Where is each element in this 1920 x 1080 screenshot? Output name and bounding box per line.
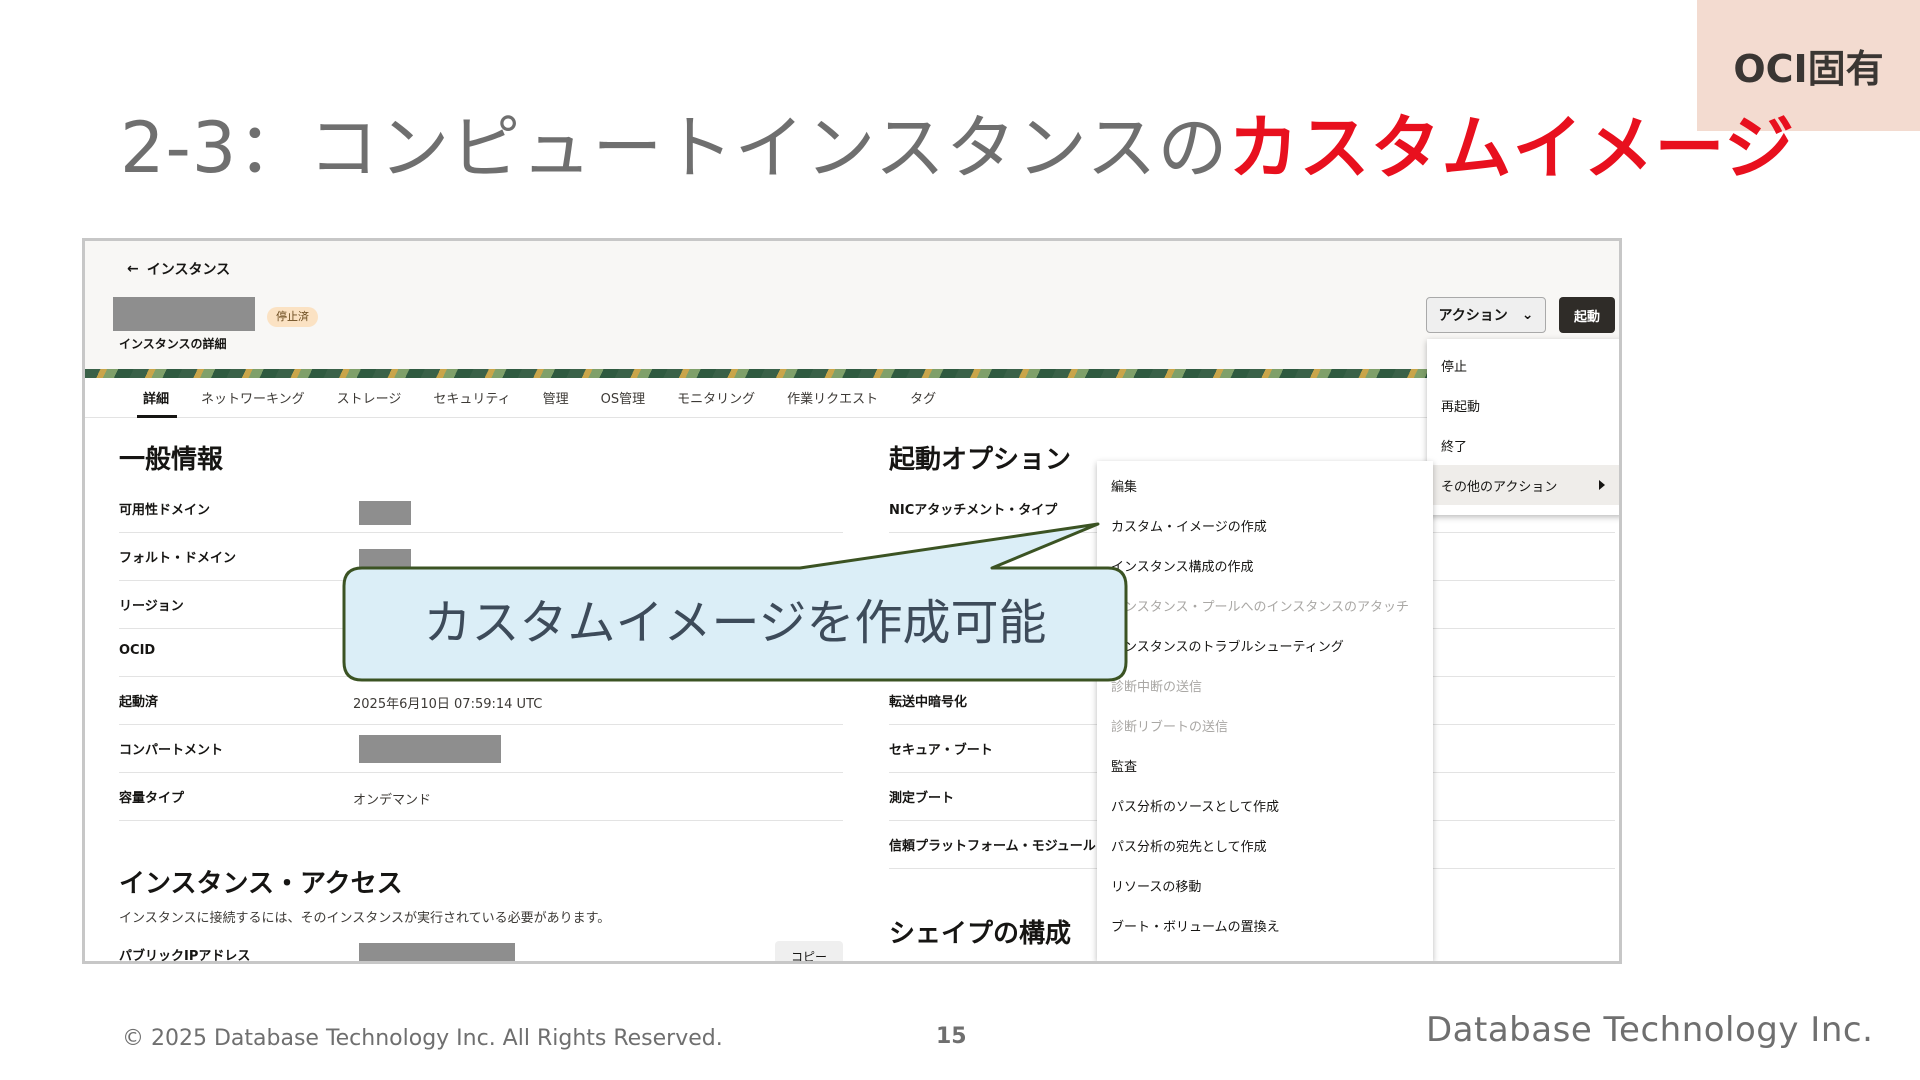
menu-item-terminate[interactable]: 終了 xyxy=(1427,425,1619,465)
tab-os-management[interactable]: OS管理 xyxy=(585,378,662,418)
menu-item-create-custom-image[interactable]: カスタム・イメージの作成 xyxy=(1097,505,1433,545)
menu-item-send-diagnostic-interrupt: 診断中断の送信 xyxy=(1111,679,1203,695)
tab-storage[interactable]: ストレージ xyxy=(321,378,418,418)
tab-work-requests[interactable]: 作業リクエスト xyxy=(771,378,894,418)
general-info-title: 一般情報 xyxy=(119,445,224,475)
tab-bar: 詳細 ネットワーキング ストレージ セキュリティ 管理 OS管理 モニタリング … xyxy=(85,378,1619,418)
slide-title-prefix: 2-3：コンピュートインスタンスの xyxy=(120,107,1229,189)
company-logo-text: Database Technology Inc. xyxy=(1426,1010,1874,1050)
tab-networking[interactable]: ネットワーキング xyxy=(185,378,321,418)
menu-item-replace-boot-volume[interactable]: ブート・ボリュームの置換え xyxy=(1097,905,1433,945)
menu-item-send-diagnostic-reboot: 診断リブートの送信 xyxy=(1111,719,1229,735)
row-label: 転送中暗号化 xyxy=(889,695,968,710)
row-label: 可用性ドメイン xyxy=(119,503,211,518)
slide-title-accent: カスタムイメージ xyxy=(1228,107,1796,189)
row-label: パブリックIPアドレス xyxy=(119,949,251,964)
start-button[interactable]: 起動 xyxy=(1559,297,1615,333)
row-label: 起動済 xyxy=(119,695,159,710)
row-label: 容量タイプ xyxy=(119,791,185,806)
row-label: NICアタッチメント・タイプ xyxy=(889,503,1058,518)
instance-details-subtitle: インスタンスの詳細 xyxy=(119,337,227,351)
shape-config-title: シェイプの構成 xyxy=(889,919,1072,949)
instance-header: ← インスタンス 停止済 インスタンスの詳細 アクション ⌄ 起動 xyxy=(85,241,1619,369)
chevron-down-icon: ⌄ xyxy=(1521,307,1534,323)
instance-access-title: インスタンス・アクセス xyxy=(119,869,403,899)
menu-item-path-analysis-destination[interactable]: パス分析の宛先として作成 xyxy=(1097,825,1433,865)
instance-name-redacted xyxy=(113,297,255,331)
menu-item-create-instance-config[interactable]: インスタンス構成の作成 xyxy=(1097,545,1433,585)
table-row: コンパートメント xyxy=(119,725,843,773)
table-row: 容量タイプ オンデマンド xyxy=(119,773,843,821)
actions-button[interactable]: アクション ⌄ xyxy=(1426,297,1546,333)
tab-management[interactable]: 管理 xyxy=(527,378,585,418)
row-label: コンパートメント xyxy=(119,743,224,758)
tab-security[interactable]: セキュリティ xyxy=(417,378,526,418)
menu-item-edit[interactable]: 編集 xyxy=(1097,465,1433,505)
redacted-value xyxy=(359,501,411,525)
redacted-value xyxy=(359,735,501,763)
row-label: リージョン xyxy=(119,599,184,614)
instance-access-description: インスタンスに接続するには、そのインスタンスが実行されている必要があります。 xyxy=(119,911,611,926)
menu-item-more-actions[interactable]: その他のアクション xyxy=(1427,465,1619,505)
slide-title: 2-3：コンピュートインスタンスのカスタムイメージ xyxy=(120,92,1795,193)
redacted-value xyxy=(359,549,411,573)
more-actions-submenu: 編集 カスタム・イメージの作成 インスタンス構成の作成 インスタンス・プールへの… xyxy=(1097,461,1433,961)
status-badge: 停止済 xyxy=(267,307,318,327)
actions-menu: 停止 再起動 終了 その他のアクション xyxy=(1427,339,1619,515)
menu-item-path-analysis-source[interactable]: パス分析のソースとして作成 xyxy=(1097,785,1433,825)
back-to-instances-link[interactable]: ← インスタンス xyxy=(127,259,230,279)
more-actions-label: その他のアクション xyxy=(1441,479,1558,495)
table-row: フォルト・ドメイン xyxy=(119,533,843,581)
launch-options-title: 起動オプション xyxy=(889,445,1072,475)
page-number: 15 xyxy=(936,1024,967,1049)
tab-monitoring[interactable]: モニタリング xyxy=(661,378,771,418)
menu-item-reboot[interactable]: 再起動 xyxy=(1427,385,1619,425)
capacity-type-value: オンデマンド xyxy=(353,793,432,808)
launched-value: 2025年6月10日 07:59:14 UTC xyxy=(353,697,543,712)
menu-item-troubleshoot[interactable]: インスタンスのトラブルシューティング xyxy=(1097,625,1433,665)
row-label: OCID xyxy=(119,643,156,658)
row-label: 信頼プラットフォーム・モジュール xyxy=(889,839,1096,854)
actions-button-label: アクション xyxy=(1438,308,1508,324)
callout-text: カスタムイメージを作成可能 xyxy=(423,595,1047,651)
redacted-value xyxy=(359,943,515,961)
tab-tags[interactable]: タグ xyxy=(894,378,952,418)
menu-item-attach-to-pool: インスタンス・プールへのインスタンスのアタッチ xyxy=(1111,599,1409,615)
tab-details[interactable]: 詳細 xyxy=(127,378,185,418)
table-row: 起動済 2025年6月10日 07:59:14 UTC xyxy=(119,677,843,725)
caret-right-icon xyxy=(1599,480,1605,490)
row-label: 測定ブート xyxy=(889,791,955,806)
menu-item-audit[interactable]: 監査 xyxy=(1097,745,1433,785)
copyright: © 2025 Database Technology Inc. All Righ… xyxy=(122,1026,723,1051)
row-label: セキュア・ブート xyxy=(889,743,993,758)
table-row: 可用性ドメイン xyxy=(119,485,843,533)
menu-item-stop[interactable]: 停止 xyxy=(1427,345,1619,385)
copy-button[interactable]: コピー xyxy=(775,941,843,961)
menu-item-move-resource[interactable]: リソースの移動 xyxy=(1097,865,1433,905)
back-link-label: インスタンス xyxy=(146,262,231,278)
row-label: フォルト・ドメイン xyxy=(119,551,237,566)
arrow-left-icon: ← xyxy=(127,261,139,277)
table-row: パブリックIPアドレス xyxy=(119,931,843,964)
